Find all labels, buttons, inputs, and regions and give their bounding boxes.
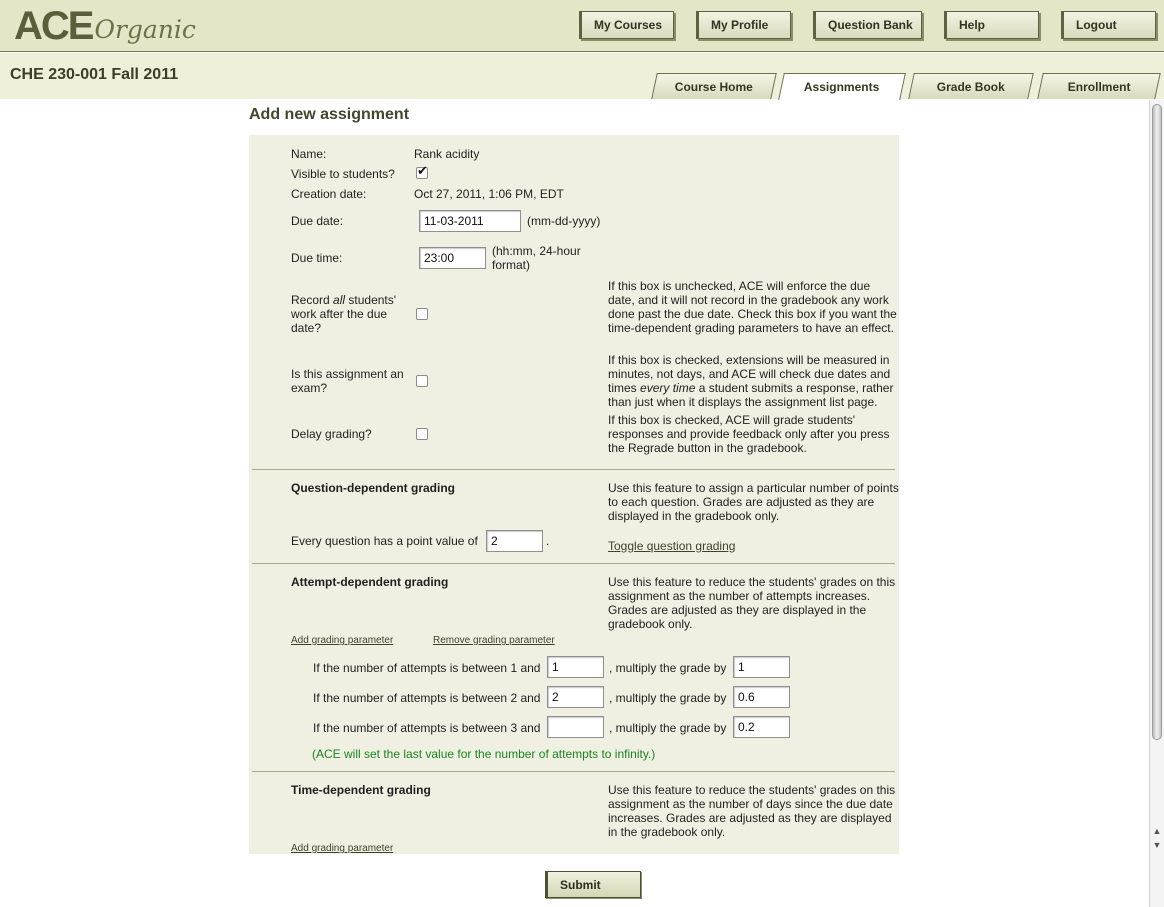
exam-label-line2: exam? <box>291 381 328 395</box>
attempt-row-attempts-input[interactable] <box>547 716 604 738</box>
point-value-input[interactable] <box>486 530 543 552</box>
submit-button[interactable]: Submit <box>545 871 641 898</box>
name-label: Name: <box>291 147 327 161</box>
tab-grade-book[interactable]: Grade Book <box>908 73 1034 99</box>
due-time-label: Due time: <box>291 251 343 265</box>
logout-button[interactable]: Logout <box>1061 11 1156 39</box>
record-work-checkbox[interactable] <box>416 308 428 320</box>
delay-grading-description: If this box is checked, ACE will grade s… <box>608 413 890 455</box>
point-value-label: Every question has a point value of <box>291 534 478 548</box>
attempt-row-label: If the number of attempts is between 2 a… <box>313 691 541 705</box>
attempt-row-multiplier-input[interactable] <box>733 656 790 678</box>
toggle-question-grading-link[interactable]: Toggle question grading <box>608 539 735 553</box>
record-label-part3: work after the due <box>291 307 388 321</box>
attempts-infinity-note: (ACE will set the last value for the num… <box>312 747 656 761</box>
record-label-part1: Record <box>291 293 334 307</box>
vertical-scrollbar[interactable]: ▲ ▼ <box>1149 100 1164 907</box>
point-value-suffix: . <box>546 534 550 548</box>
tab-assignments-label: Assignments <box>804 80 880 94</box>
header-bar: ACE Organic My Courses My Profile Questi… <box>0 0 1164 52</box>
record-label-part4: date? <box>291 321 322 335</box>
ace-organic-logo[interactable]: ACE Organic <box>14 2 196 48</box>
record-work-label: Record all students' work after the due … <box>291 293 411 335</box>
attempt-row-multiply-label: , multiply the grade by <box>609 661 727 675</box>
tab-enrollment-label: Enrollment <box>1067 80 1131 94</box>
tab-grade-book-label: Grade Book <box>936 80 1005 94</box>
tab-assignments[interactable]: Assignments <box>778 73 906 100</box>
visible-checkbox[interactable] <box>416 163 428 179</box>
logo-organic-text: Organic <box>94 15 196 44</box>
question-bank-button[interactable]: Question Bank <box>813 11 922 39</box>
assignment-form-panel: Name: Rank acidity Visible to students? … <box>249 135 899 854</box>
question-grading-description: Use this feature to assign a particular … <box>608 481 899 523</box>
scroll-up-arrow-icon[interactable]: ▲ <box>1150 824 1164 838</box>
tab-course-home-label: Course Home <box>674 80 753 94</box>
attempt-grading-description: Use this feature to reduce the students'… <box>608 575 896 631</box>
due-date-hint: (mm-dd-yyyy) <box>527 214 601 228</box>
due-date-input[interactable] <box>419 210 521 232</box>
due-time-input[interactable] <box>419 247 486 269</box>
exam-description: If this box is checked, extensions will … <box>608 353 900 409</box>
logo-ace-text: ACE <box>14 4 94 48</box>
section-divider <box>252 771 895 772</box>
exam-label-line1: Is this assignment an <box>291 367 404 381</box>
time-grading-description: Use this feature to reduce the students'… <box>608 783 896 839</box>
due-time-hint-line1: (hh:mm, 24-hour <box>492 244 581 258</box>
creation-date-label: Creation date: <box>291 187 367 201</box>
tab-course-home[interactable]: Course Home <box>651 73 777 99</box>
attempt-row-attempts-input[interactable] <box>547 656 604 678</box>
exam-label: Is this assignment an exam? <box>291 367 411 395</box>
attempt-row-multiply-label: , multiply the grade by <box>609 691 727 705</box>
scroll-down-arrow-icon[interactable]: ▼ <box>1150 838 1164 852</box>
exam-checkbox[interactable] <box>416 375 428 387</box>
section-divider <box>252 469 895 470</box>
delay-grading-label: Delay grading? <box>291 427 372 441</box>
course-title: CHE 230-001 Fall 2011 <box>10 66 179 83</box>
exam-desc-emphasis: every time <box>640 381 696 395</box>
time-grading-heading: Time-dependent grading <box>291 783 431 797</box>
remove-attempt-parameter-link[interactable]: Remove grading parameter <box>433 635 555 646</box>
visible-label: Visible to students? <box>291 167 395 181</box>
my-profile-button[interactable]: My Profile <box>696 11 791 39</box>
tab-enrollment[interactable]: Enrollment <box>1037 73 1161 99</box>
due-time-hint-line2: format) <box>492 258 531 272</box>
add-time-parameter-link[interactable]: Add grading parameter <box>291 843 393 854</box>
record-label-part2: students' <box>345 293 397 307</box>
help-button[interactable]: Help <box>944 11 1039 39</box>
due-date-label: Due date: <box>291 214 344 228</box>
page-title: Add new assignment <box>249 106 410 123</box>
attempt-row-multiplier-input[interactable] <box>733 686 790 708</box>
delay-grading-checkbox[interactable] <box>416 428 428 440</box>
my-courses-button[interactable]: My Courses <box>579 11 674 39</box>
name-value: Rank acidity <box>414 147 480 161</box>
attempt-row-multiply-label: , multiply the grade by <box>609 721 727 735</box>
attempt-grading-heading: Attempt-dependent grading <box>291 575 449 589</box>
record-work-description: If this box is unchecked, ACE will enfor… <box>608 279 897 335</box>
attempt-row-label: If the number of attempts is between 1 a… <box>313 661 541 675</box>
creation-date-value: Oct 27, 2011, 1:06 PM, EDT <box>414 187 564 201</box>
attempt-row-attempts-input[interactable] <box>547 686 604 708</box>
attempt-row-label: If the number of attempts is between 3 a… <box>313 721 541 735</box>
course-bar: CHE 230-001 Fall 2011 Course Home Assign… <box>0 53 1164 100</box>
section-divider <box>252 563 895 564</box>
record-label-all: all <box>333 293 346 307</box>
question-grading-heading: Question-dependent grading <box>291 481 455 495</box>
scrollbar-thumb[interactable] <box>1152 104 1162 740</box>
attempt-row-multiplier-input[interactable] <box>733 716 790 738</box>
add-attempt-parameter-link[interactable]: Add grading parameter <box>291 635 393 646</box>
